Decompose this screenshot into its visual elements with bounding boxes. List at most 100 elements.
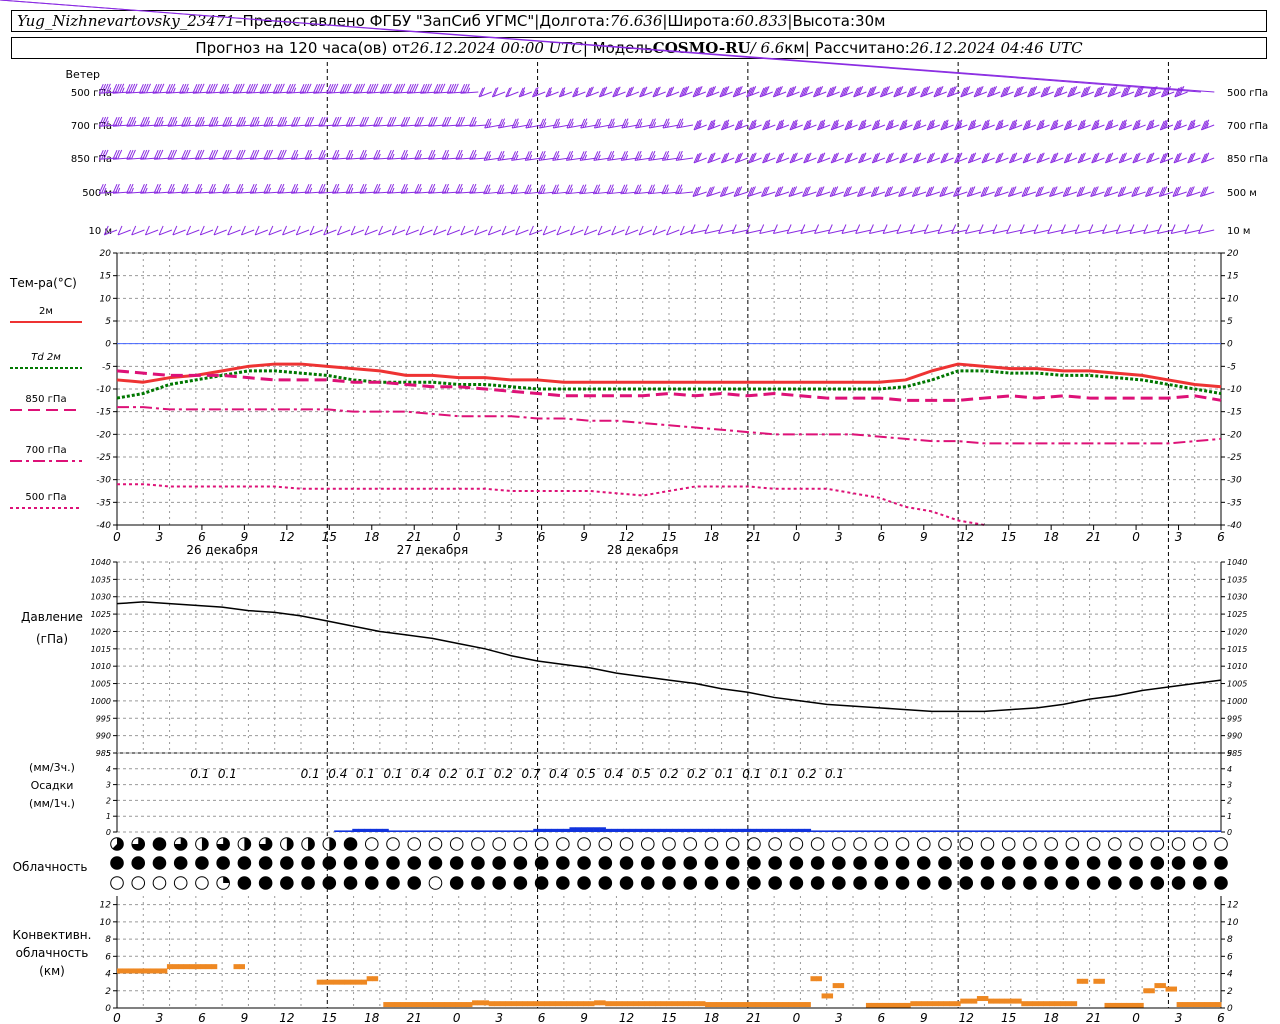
wind-barb-staff <box>1171 229 1187 234</box>
conv-cloud-top <box>782 1002 789 1008</box>
wind-barb-half <box>188 120 192 126</box>
precip-bar <box>1142 830 1149 832</box>
conv-cloud-top <box>793 1002 800 1008</box>
conv-cloud-top <box>610 1001 617 1007</box>
wind-barb-flag <box>526 184 532 194</box>
conv-axis-tick-label-right: 0 <box>1227 1004 1233 1014</box>
conv-cloud-top <box>705 1002 712 1008</box>
precip-axis-tick-label-right: 5 <box>1227 749 1232 758</box>
cloud-cover-symbol <box>195 876 209 890</box>
temp-legend-label: Td 2м <box>31 352 61 363</box>
cloud-cover-fill <box>195 856 209 870</box>
pres-axis-tick-label-right: 990 <box>1227 732 1242 741</box>
conv-axis-tick-label: 6 <box>105 952 111 962</box>
conv-cloud-top <box>433 1002 440 1008</box>
wind-barb-half <box>309 153 313 160</box>
wind-barb-flag <box>677 150 683 161</box>
cloud-cover-fill <box>1108 876 1122 890</box>
conv-cloud-top <box>910 1001 917 1007</box>
cloud-cover-symbol <box>173 876 188 890</box>
time-tick-label-bottom: 18 <box>364 1011 380 1024</box>
wind-level-label-right: 700 гПа <box>1227 121 1268 132</box>
precip-bar <box>979 830 987 832</box>
conv-cloud-top <box>766 1002 773 1008</box>
wind-barb-flag <box>1088 224 1094 234</box>
cloud-cover-fill <box>244 837 251 851</box>
conv-cloud-top <box>1026 1001 1033 1007</box>
time-tick-label-bottom: 3 <box>835 1011 843 1024</box>
precip-bar <box>340 830 347 832</box>
wind-barb-staff <box>883 229 899 234</box>
cloud-cover-symbol <box>810 837 825 851</box>
time-tick-label: 3 <box>835 530 843 544</box>
conv-cloud-top <box>960 998 967 1004</box>
pres-axis-tick-label: 1000 <box>91 697 111 706</box>
cloud-cover-fill <box>344 856 357 870</box>
precip-bar <box>853 830 860 832</box>
conv-cloud-top <box>144 968 151 974</box>
wind-barb-flag <box>855 224 861 234</box>
precip-bar <box>997 830 1005 832</box>
cloud-cover-symbol <box>1214 837 1228 851</box>
conv-cloud-top <box>166 964 173 970</box>
precip-3h-label: 0.1 <box>825 767 844 781</box>
temp-title: Тем-ра(°С) <box>9 276 77 290</box>
conv-cloud-top <box>1137 1002 1144 1008</box>
conv-cloud-top <box>1071 1001 1078 1007</box>
cloud-cover-fill <box>599 856 612 870</box>
precip-bar <box>762 828 769 832</box>
wind-barb-flag <box>552 118 558 129</box>
conv-cloud-top <box>211 964 218 970</box>
cloud-cover-fill <box>259 856 272 870</box>
precip-bar <box>364 828 371 832</box>
precip-bar <box>491 830 498 832</box>
precip-bar <box>1136 830 1143 832</box>
cloud-cover-fill <box>216 856 230 870</box>
conv-cloud-top <box>1121 1002 1128 1008</box>
precip-bar <box>1100 830 1107 832</box>
conv-cloud-top <box>644 1001 650 1007</box>
conv-cloud-top <box>671 1001 678 1007</box>
cloud-cover-symbol <box>980 837 995 851</box>
conv-cloud-top <box>1104 1002 1111 1008</box>
wind-barb-half <box>350 187 354 194</box>
conv-cloud-top <box>133 968 140 974</box>
conv-cloud-top <box>438 1002 445 1008</box>
conv-axis-tick-label: 8 <box>105 935 111 945</box>
precip-bar <box>605 828 612 832</box>
conv-cloud-top <box>533 1001 540 1007</box>
wind-barb-flag <box>568 150 574 161</box>
time-tick-label-bottom: 21 <box>407 1011 422 1024</box>
precip-3h-label: 0.2 <box>659 767 678 781</box>
pres-axis-tick-label: 1025 <box>91 610 111 619</box>
precip-bar <box>714 828 721 832</box>
time-tick-label: 9 <box>920 530 928 544</box>
cloud-cover-fill <box>683 876 697 890</box>
precip-bar <box>1196 830 1204 832</box>
conv-cloud-top <box>1065 1001 1072 1007</box>
wind-barb-flag <box>621 118 627 129</box>
wind-barb-staff <box>1033 229 1050 234</box>
precip-bar <box>394 830 401 832</box>
wind-barb-staff <box>965 229 982 234</box>
wind-barb-flag <box>827 224 833 234</box>
wind-barb-half <box>391 153 395 160</box>
wind-barb-staff <box>1116 229 1132 234</box>
precip-bar <box>388 830 395 832</box>
precip-unit-3h: (мм/3ч.) <box>29 761 75 774</box>
precip-bar <box>708 828 715 832</box>
wind-barb-staff <box>1102 229 1119 234</box>
cloud-cover-fill <box>514 876 527 890</box>
temp-axis-tick-label-right: 20 <box>1227 249 1239 259</box>
cloud-cover-symbol <box>704 837 719 851</box>
conv-cloud-top <box>749 1002 756 1008</box>
wind-barb-half <box>284 120 288 126</box>
conv-cloud-top <box>510 1001 517 1007</box>
wind-barb-flag <box>485 150 491 161</box>
temp-axis-tick-label: 20 <box>100 249 112 259</box>
precip-axis-tick-label: 5 <box>106 749 111 758</box>
cloud-cover-symbol <box>428 876 443 890</box>
precip-title: Осадки <box>31 779 74 792</box>
precip-bar <box>1027 830 1035 832</box>
wind-barb-staff <box>979 229 995 234</box>
